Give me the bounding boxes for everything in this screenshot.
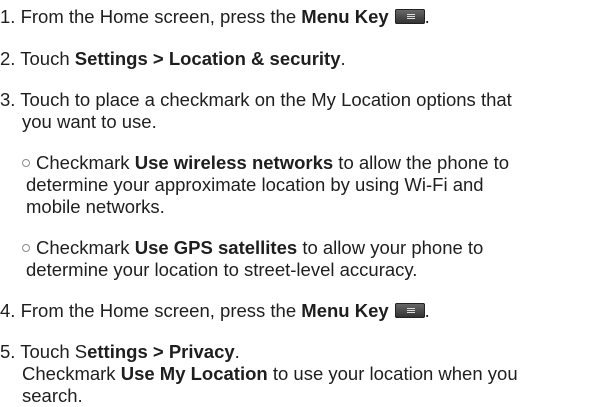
step-5-line-3: search. xyxy=(22,385,83,407)
sub-item-2-pre: Checkmark xyxy=(36,237,135,258)
step-4-bold: Menu Key xyxy=(301,300,389,321)
step-5-text-3: search. xyxy=(22,385,83,406)
step-4: 4. From the Home screen, press the Menu … xyxy=(0,300,430,322)
step-4-text: From the Home screen, press the xyxy=(15,300,302,321)
menu-key-icon xyxy=(394,302,425,318)
sub-item-2: Checkmark Use GPS satellites to allow yo… xyxy=(22,237,483,259)
step-2-text: Touch xyxy=(15,48,75,69)
step-4-number: 4. xyxy=(0,300,16,321)
step-1: 1. From the Home screen, press the Menu … xyxy=(0,6,430,28)
step-5-line-2-post: to use your location when you xyxy=(267,363,518,384)
bullet-icon xyxy=(22,159,30,168)
sub-item-1: Checkmark Use wireless networks to allow… xyxy=(22,152,509,174)
sub-item-1-bold: Use wireless networks xyxy=(134,152,334,173)
step-5-number: 5. xyxy=(0,341,16,362)
bullet-icon xyxy=(22,244,30,253)
step-2-number: 2. xyxy=(0,48,16,69)
step-5-text: Touch S xyxy=(15,341,88,362)
sub-item-2-post: to allow your phone to xyxy=(297,237,484,258)
step-5-line-1: 5. Touch Settings > Privacy. xyxy=(0,341,240,363)
step-2: 2. Touch Settings > Location & security. xyxy=(0,48,346,70)
step-3-number: 3. xyxy=(0,89,16,110)
sub-item-2-text-2: determine your location to street-level … xyxy=(26,259,418,280)
sub-item-1-text-3: mobile networks. xyxy=(26,196,165,217)
step-5-line-2-bold: Use My Location xyxy=(120,363,268,384)
sub-item-1-line-3: mobile networks. xyxy=(26,196,165,218)
step-1-number: 1. xyxy=(0,6,16,27)
step-5-line-2-pre: Checkmark xyxy=(22,363,121,384)
step-5-post: . xyxy=(234,341,240,362)
sub-item-1-post: to allow the phone to xyxy=(333,152,510,173)
sub-item-2-bold: Use GPS satellites xyxy=(134,237,298,258)
step-1-bold: Menu Key xyxy=(301,6,389,27)
step-2-post: . xyxy=(340,48,346,69)
step-5-bold: ettings > Privacy xyxy=(87,341,235,362)
step-3-text: Touch to place a checkmark on the My Loc… xyxy=(15,89,512,110)
step-1-text: From the Home screen, press the xyxy=(15,6,302,27)
menu-key-icon xyxy=(394,8,425,24)
step-5-line-2: Checkmark Use My Location to use your lo… xyxy=(22,363,518,385)
sub-item-1-line-2: determine your approximate location by u… xyxy=(26,174,484,196)
step-3-line-2: you want to use. xyxy=(22,111,157,133)
step-3-line-1: 3. Touch to place a checkmark on the My … xyxy=(0,89,512,111)
sub-item-1-text-2: determine your approximate location by u… xyxy=(26,174,484,195)
step-1-period: . xyxy=(424,6,430,27)
step-4-period: . xyxy=(424,300,430,321)
sub-item-1-pre: Checkmark xyxy=(36,152,135,173)
step-3-text-2: you want to use. xyxy=(22,111,157,132)
step-2-bold: Settings > Location & security xyxy=(74,48,341,69)
sub-item-2-line-2: determine your location to street-level … xyxy=(26,259,417,281)
